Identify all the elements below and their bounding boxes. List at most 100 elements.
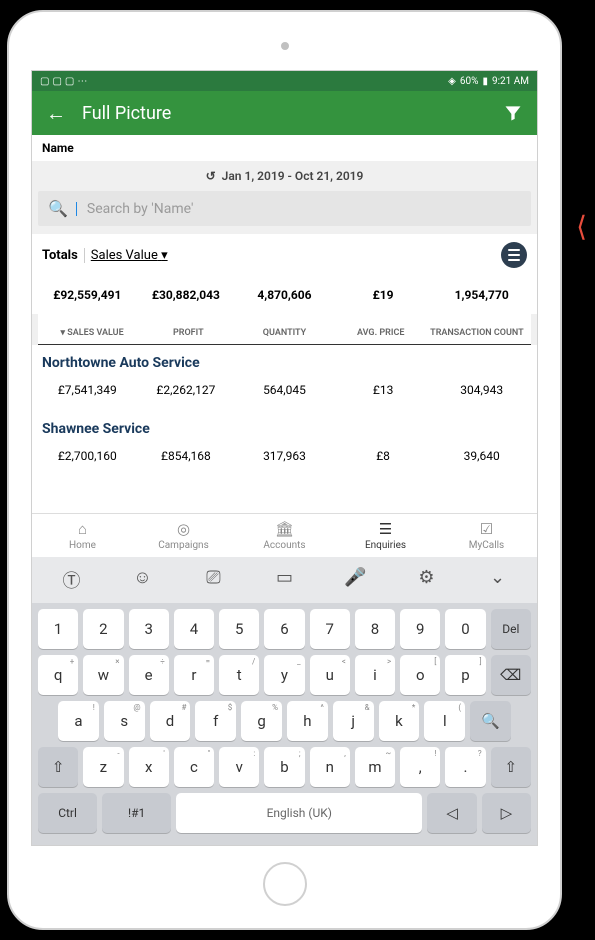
- key-x[interactable]: x': [129, 747, 169, 787]
- key-8[interactable]: 8: [355, 609, 395, 649]
- key-e[interactable]: e÷: [129, 655, 169, 695]
- tablet-camera: [281, 42, 289, 50]
- key-n[interactable]: n,: [310, 747, 350, 787]
- key-row-5: Ctrl !#1 English (UK) ◁ ▷: [38, 793, 531, 833]
- key-m[interactable]: m~: [355, 747, 395, 787]
- tab-accounts[interactable]: 🏛Accounts: [234, 520, 335, 551]
- key-l[interactable]: l(: [424, 701, 465, 741]
- key-p[interactable]: p]: [445, 655, 485, 695]
- sticker-icon[interactable]: ⎚: [180, 567, 247, 593]
- key-z[interactable]: z-: [83, 747, 123, 787]
- tab-campaigns[interactable]: ◎Campaigns: [133, 520, 234, 551]
- filter-icon[interactable]: [503, 103, 523, 123]
- key-j[interactable]: j&: [333, 701, 374, 741]
- col-sales-value[interactable]: ▾ SALES VALUE: [44, 328, 140, 338]
- key-r[interactable]: r=: [174, 655, 214, 695]
- key-arrow-right[interactable]: ▷: [482, 793, 531, 833]
- page-title: Full Picture: [82, 103, 503, 124]
- key-row-1: 1234567890Del: [38, 609, 531, 649]
- key-d[interactable]: d#: [150, 701, 191, 741]
- settings-icon[interactable]: ⚙: [393, 567, 460, 593]
- key-space[interactable]: English (UK): [176, 793, 422, 833]
- tablet-frame: ▢ ▢ ▢ ⋯ ◈ 60% ▮ 9:21 AM ← Full Picture N…: [7, 10, 562, 930]
- col-quantity[interactable]: QUANTITY: [236, 328, 332, 338]
- key-shift-right[interactable]: ⇧: [491, 747, 531, 787]
- date-range-row[interactable]: ↺ Jan 1, 2019 - Oct 21, 2019: [32, 161, 537, 191]
- key-backspace[interactable]: ⌫: [491, 655, 531, 695]
- table-row[interactable]: Shawnee Service £2,700,160 £854,168 317,…: [32, 411, 537, 477]
- screen: ▢ ▢ ▢ ⋯ ◈ 60% ▮ 9:21 AM ← Full Picture N…: [31, 70, 538, 846]
- gif-icon[interactable]: ▭: [251, 567, 318, 593]
- key-h[interactable]: h^: [287, 701, 328, 741]
- home-icon: ⌂: [32, 520, 133, 538]
- key-9[interactable]: 9: [400, 609, 440, 649]
- key-symbols[interactable]: !#1: [102, 793, 171, 833]
- key-k[interactable]: k*: [379, 701, 420, 741]
- android-statusbar: ▢ ▢ ▢ ⋯ ◈ 60% ▮ 9:21 AM: [32, 71, 537, 91]
- key-shift-left[interactable]: ⇧: [38, 747, 78, 787]
- col-profit[interactable]: PROFIT: [140, 328, 236, 338]
- key-0[interactable]: 0: [445, 609, 485, 649]
- history-icon: ↺: [206, 169, 216, 183]
- text-input-mode-icon[interactable]: Ⓣ: [38, 567, 105, 593]
- options-button[interactable]: [501, 242, 527, 268]
- key-v[interactable]: v:: [219, 747, 259, 787]
- notif-icon: ▢: [40, 76, 49, 87]
- key-Del[interactable]: Del: [491, 609, 531, 649]
- key-4[interactable]: 4: [174, 609, 214, 649]
- key-period[interactable]: .?: [445, 747, 485, 787]
- key-a[interactable]: a!: [58, 701, 99, 741]
- name-bar[interactable]: Name: [32, 135, 537, 161]
- key-search[interactable]: 🔍: [470, 701, 511, 741]
- key-c[interactable]: c": [174, 747, 214, 787]
- chevron-down-icon: ▾: [161, 248, 168, 263]
- key-b[interactable]: b;: [264, 747, 304, 787]
- key-1[interactable]: 1: [38, 609, 78, 649]
- col-txn-count[interactable]: TRANSACTION COUNT: [429, 328, 525, 338]
- key-s[interactable]: s@: [104, 701, 145, 741]
- key-comma[interactable]: ,!: [400, 747, 440, 787]
- key-ctrl[interactable]: Ctrl: [38, 793, 97, 833]
- key-6[interactable]: 6: [264, 609, 304, 649]
- column-headers: ▾ SALES VALUE PROFIT QUANTITY AVG. PRICE…: [38, 314, 531, 345]
- accounts-icon: 🏛: [234, 520, 335, 538]
- key-f[interactable]: f$: [195, 701, 236, 741]
- key-i[interactable]: i>: [355, 655, 395, 695]
- notif-icon: ▢: [65, 76, 74, 87]
- col-avg-price[interactable]: AVG. PRICE: [333, 328, 429, 338]
- row-name: Shawnee Service: [32, 411, 537, 441]
- mic-icon[interactable]: 🎤: [322, 567, 389, 593]
- key-u[interactable]: u<: [310, 655, 350, 695]
- tab-mycalls[interactable]: ☑MyCalls: [436, 520, 537, 551]
- key-g[interactable]: g%: [241, 701, 282, 741]
- battery-icon: ▮: [482, 76, 488, 87]
- mycalls-icon: ☑: [436, 520, 537, 538]
- collapse-keyboard-icon[interactable]: ⌄: [464, 567, 531, 593]
- tab-enquiries[interactable]: ☰Enquiries: [335, 520, 436, 551]
- total-sales-value: £92,559,491: [38, 288, 137, 302]
- emoji-icon[interactable]: ☺: [109, 567, 176, 593]
- key-arrow-left[interactable]: ◁: [427, 793, 476, 833]
- home-button[interactable]: [263, 862, 307, 906]
- back-button[interactable]: ←: [46, 101, 66, 126]
- key-3[interactable]: 3: [129, 609, 169, 649]
- table-row[interactable]: Northtowne Auto Service £7,541,349 £2,26…: [32, 345, 537, 411]
- key-t[interactable]: t/: [219, 655, 259, 695]
- date-range-text: Jan 1, 2019 - Oct 21, 2019: [222, 169, 364, 183]
- key-q[interactable]: q+: [38, 655, 78, 695]
- key-o[interactable]: o[: [400, 655, 440, 695]
- key-w[interactable]: w×: [83, 655, 123, 695]
- wifi-icon: ◈: [448, 76, 456, 87]
- row-values: £7,541,349 £2,262,127 564,045 £13 304,94…: [32, 375, 537, 411]
- totals-header: Totals Sales Value ▾: [32, 234, 537, 276]
- bottom-tabbar: ⌂Home ◎Campaigns 🏛Accounts ☰Enquiries ☑M…: [32, 513, 537, 557]
- clock: 9:21 AM: [492, 76, 529, 87]
- key-y[interactable]: y_: [264, 655, 304, 695]
- key-7[interactable]: 7: [310, 609, 350, 649]
- key-5[interactable]: 5: [219, 609, 259, 649]
- key-2[interactable]: 2: [83, 609, 123, 649]
- totals-metric-dropdown[interactable]: Sales Value ▾: [91, 248, 168, 263]
- search-input[interactable]: 🔍 Search by 'Name': [38, 191, 531, 226]
- campaigns-icon: ◎: [133, 520, 234, 538]
- tab-home[interactable]: ⌂Home: [32, 520, 133, 551]
